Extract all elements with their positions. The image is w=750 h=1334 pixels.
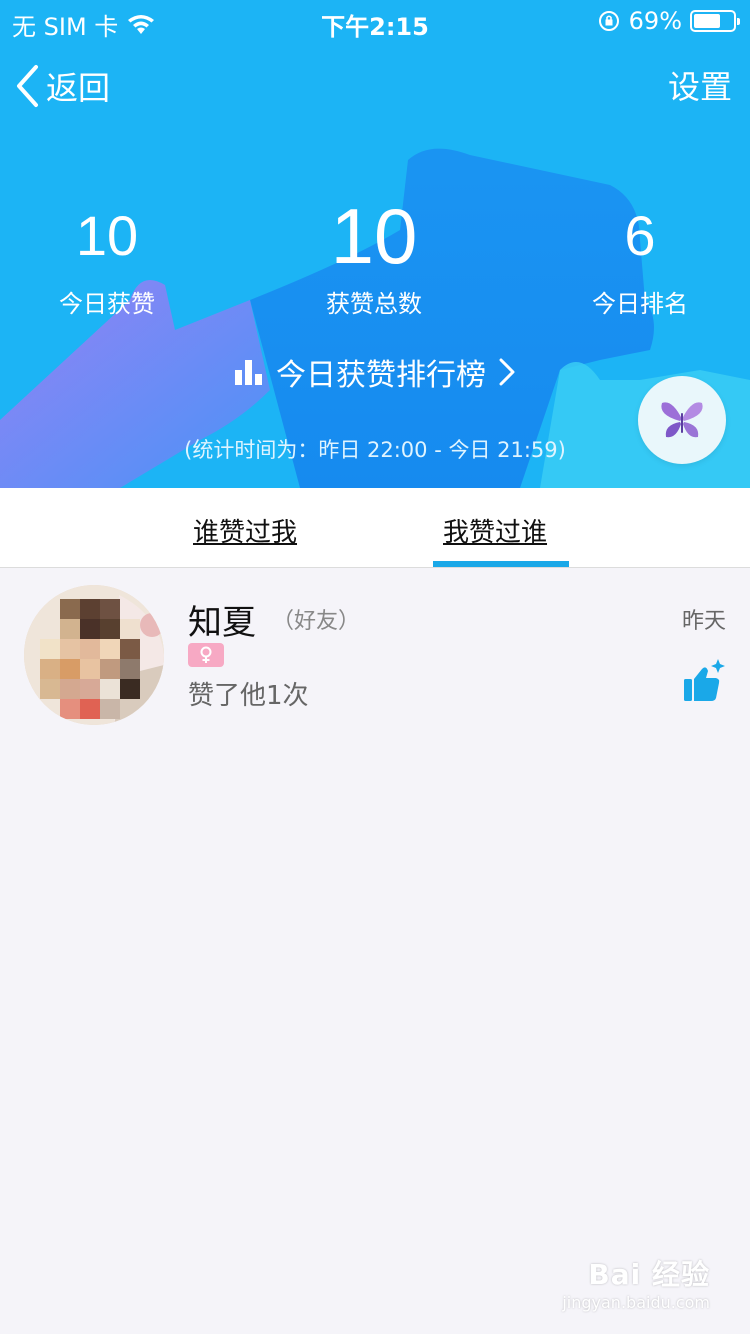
- status-bar: 无 SIM 卡 下午2:15 69%: [0, 0, 750, 41]
- avatar[interactable]: [24, 585, 164, 725]
- bar-chart-icon: [235, 360, 262, 385]
- chevron-right-icon: [499, 358, 515, 386]
- header: 无 SIM 卡 下午2:15 69% 返回 设置 10 今日获赞 10 获赞总数…: [0, 0, 750, 488]
- stat-label: 今日排名: [592, 290, 688, 318]
- like-time: 昨天: [681, 609, 726, 634]
- tab-who-i-liked[interactable]: 我赞过谁: [443, 512, 547, 549]
- back-label: 返回: [46, 69, 111, 107]
- tab-bar: 谁赞过我 我赞过谁: [0, 488, 750, 568]
- thumbs-up-icon[interactable]: [682, 657, 726, 709]
- friend-tag: （好友）: [272, 609, 361, 634]
- female-icon: [188, 643, 224, 667]
- stat-value: 10: [75, 204, 139, 267]
- butterfly-icon: [661, 402, 703, 438]
- pixelated-avatar-image: [24, 585, 164, 725]
- watermark-main: Bai 经验: [588, 1258, 710, 1291]
- stat-total-likes: 10 获赞总数: [249, 192, 499, 319]
- watermark-sub: jingyan.baidu.com: [562, 1293, 710, 1312]
- stat-today-likes: 10 今日获赞: [0, 200, 232, 319]
- tab-who-liked-me[interactable]: 谁赞过我: [193, 512, 297, 549]
- friend-name: 知夏: [188, 603, 256, 643]
- like-list: 知夏 （好友） 赞了他1次 昨天: [0, 569, 750, 739]
- list-item[interactable]: 知夏 （好友） 赞了他1次 昨天: [0, 569, 750, 739]
- back-button[interactable]: 返回: [14, 58, 110, 114]
- stat-value: 6: [624, 204, 656, 267]
- orientation-lock-icon: [598, 11, 619, 31]
- status-right: 69%: [597, 7, 740, 35]
- like-description: 赞了他1次: [188, 681, 309, 711]
- chevron-left-icon: [17, 65, 38, 107]
- ranking-link-label: 今日获赞排行榜: [276, 358, 486, 393]
- floating-avatar[interactable]: [638, 376, 726, 464]
- baidu-watermark: Bai 经验 jingyan.baidu.com: [562, 1253, 710, 1312]
- stat-value: 10: [330, 192, 418, 280]
- battery-fill: [694, 14, 721, 28]
- stat-today-rank: 6 今日排名: [515, 200, 750, 319]
- battery-percent: 69%: [628, 7, 682, 35]
- tab-indicator: [433, 561, 569, 567]
- ranking-link[interactable]: 今日获赞排行榜: [0, 350, 750, 394]
- battery-icon: [690, 10, 740, 32]
- stat-period: (统计时间为：昨日 22:00 - 今日 21:59): [184, 438, 566, 462]
- settings-button[interactable]: 设置: [668, 62, 732, 108]
- stat-label: 获赞总数: [326, 290, 422, 318]
- stat-label: 今日获赞: [59, 290, 155, 318]
